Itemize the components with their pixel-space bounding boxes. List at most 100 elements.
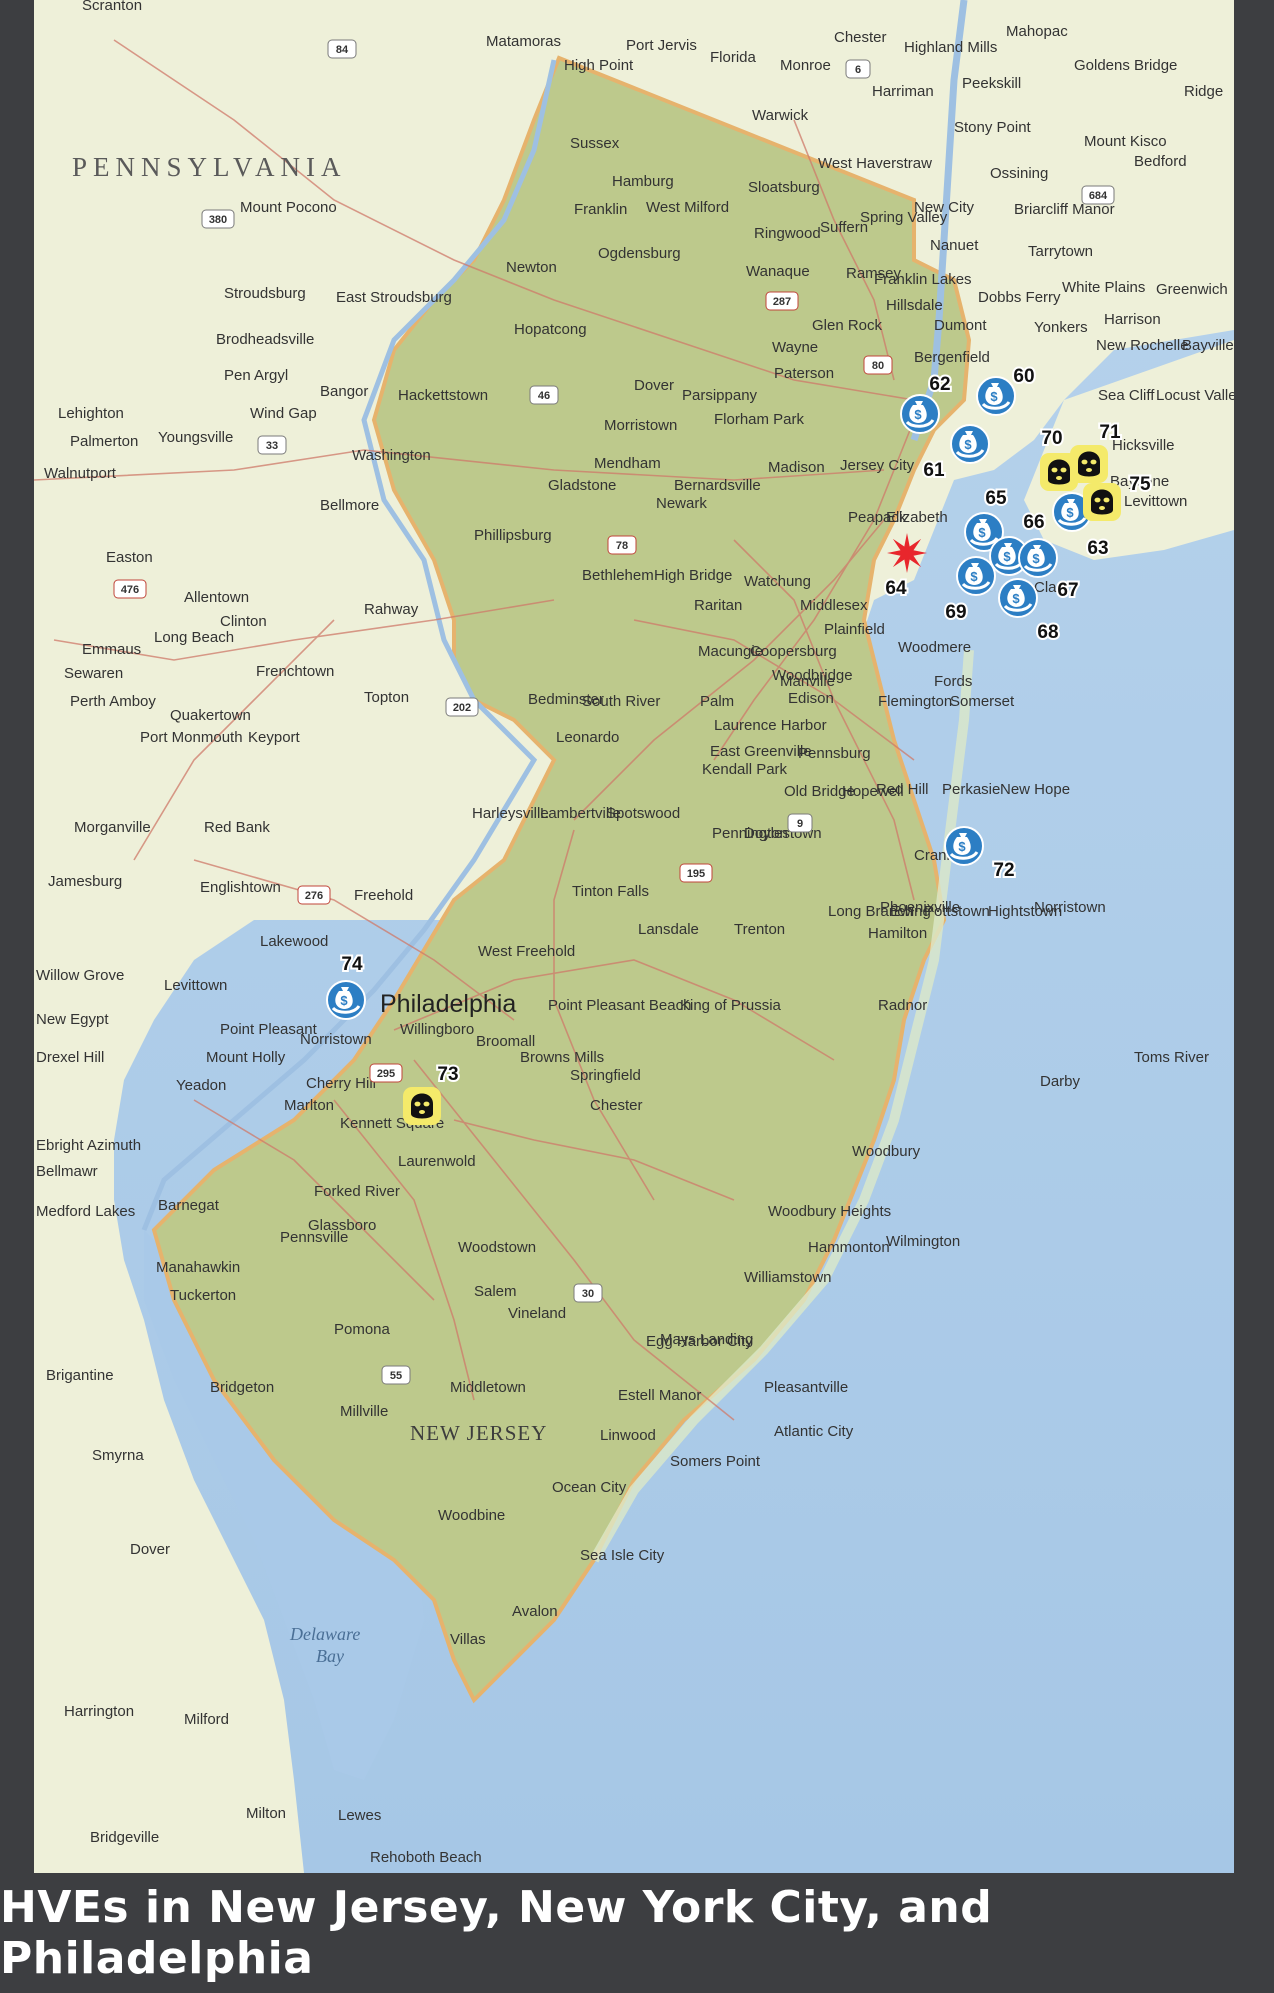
place-label: Pennsville (280, 1229, 348, 1246)
place-label: Flemington (878, 693, 952, 710)
place-label: Bellmawr (36, 1163, 98, 1180)
place-label: Cherry Hill (306, 1075, 376, 1092)
place-label: Wind Gap (250, 405, 317, 422)
place-label: Watchung (744, 573, 811, 590)
incident-number-label: 62 (929, 374, 950, 395)
place-label: Wayne (772, 339, 818, 356)
place-label: Youngsville (158, 429, 233, 446)
shield-380: 380 (201, 209, 235, 229)
place-label: Woodbine (438, 1507, 505, 1524)
place-label: Bedford (1134, 153, 1187, 170)
place-label: Point Pleasant Beach (548, 997, 691, 1014)
place-label: Clinton (220, 613, 267, 630)
place-label: Newark (656, 495, 707, 512)
place-label: Bergenfield (914, 349, 990, 366)
place-label: Mays Landing (660, 1331, 753, 1348)
place-label: Pennington (712, 825, 788, 842)
incident-number-label: 65 (985, 488, 1007, 509)
svg-text:46: 46 (538, 390, 550, 402)
place-label: Mount Kisco (1084, 133, 1167, 150)
place-label: Hopatcong (514, 321, 587, 338)
place-label: Jersey City (840, 457, 915, 474)
place-label: Florida (710, 49, 757, 66)
water-label-bay: Bay (316, 1646, 344, 1666)
shield-9: 9 (787, 813, 813, 833)
place-label: Ridge (1184, 83, 1223, 100)
place-label: Woodstown (458, 1239, 536, 1256)
money-bag-icon (1018, 538, 1058, 578)
svg-text:9: 9 (797, 818, 803, 830)
place-label: Morganville (74, 819, 151, 836)
svg-text:78: 78 (616, 540, 628, 552)
place-label: Palmerton (70, 433, 138, 450)
place-label: Rehoboth Beach (370, 1849, 482, 1866)
place-label: Harrington (64, 1703, 134, 1720)
place-label: Topton (364, 689, 409, 706)
money-bag-icon (900, 394, 940, 434)
masked-person-icon (403, 1087, 441, 1125)
place-label: Phoenixville (880, 899, 960, 916)
place-label: Emmaus (82, 641, 141, 658)
place-label: Mount Holly (206, 1049, 286, 1066)
place-label: Hamilton (868, 925, 927, 942)
place-label: Bangor (320, 383, 368, 400)
place-label: Coopersburg (750, 643, 837, 660)
masked-person-icon (1083, 483, 1121, 521)
place-label: Glen Rock (812, 317, 883, 334)
place-label: White Plains (1062, 279, 1145, 296)
place-label: Radnor (878, 997, 927, 1014)
place-label: Forked River (314, 1183, 400, 1200)
svg-text:84: 84 (336, 44, 349, 56)
place-label: Dumont (934, 317, 987, 334)
place-label: Sussex (570, 135, 620, 152)
place-label: Bellmore (320, 497, 379, 514)
place-label: Sea Isle City (580, 1547, 665, 1564)
place-label: East Stroudsburg (336, 289, 452, 306)
place-label: Ossining (990, 165, 1048, 182)
place-label: King of Prussia (680, 997, 782, 1014)
place-label: Laurence Harbor (714, 717, 827, 734)
place-label: Hackettstown (398, 387, 488, 404)
place-label: Yonkers (1034, 319, 1088, 336)
place-label: Bridgeton (210, 1379, 274, 1396)
incident-number-label: 75 (1129, 474, 1151, 495)
place-label: Vineland (508, 1305, 566, 1322)
place-label: Somers Point (670, 1453, 761, 1470)
place-label: Mendham (594, 455, 661, 472)
shield-276: 276 (297, 885, 331, 905)
place-label: Frenchtown (256, 663, 334, 680)
money-bag-icon (956, 556, 996, 596)
place-label: Paterson (774, 365, 834, 382)
place-label: Levittown (1124, 493, 1187, 510)
shield-195: 195 (679, 863, 713, 883)
svg-text:33: 33 (266, 440, 278, 452)
place-label: Franklin Lakes (874, 271, 972, 288)
place-label: Jamesburg (48, 873, 122, 890)
place-label: Dover (634, 377, 674, 394)
place-label: East Greenville (710, 743, 812, 760)
place-label: Norristown (300, 1031, 372, 1048)
place-label: Warwick (752, 107, 809, 124)
place-label: Millville (340, 1403, 388, 1420)
svg-text:195: 195 (687, 868, 705, 880)
place-label: Sloatsburg (748, 179, 820, 196)
place-label: Quakertown (170, 707, 251, 724)
money-bag-icon (326, 980, 366, 1020)
place-label: Walnutport (44, 465, 117, 482)
place-label: Harrison (1104, 311, 1161, 328)
place-label: Sea Cliff (1098, 387, 1155, 404)
place-label: Pomona (334, 1321, 391, 1338)
place-label: Easton (106, 549, 153, 566)
place-label: Hicksville (1112, 437, 1175, 454)
place-label: New Rochelle (1096, 337, 1189, 354)
place-label: Morristown (604, 417, 677, 434)
place-label: Goldens Bridge (1074, 57, 1177, 74)
place-label: Woodbury (852, 1143, 921, 1160)
place-label: High Point (564, 57, 634, 74)
place-label: Monroe (780, 57, 831, 74)
place-label: Tarrytown (1028, 243, 1093, 260)
place-label: Darby (1040, 1073, 1081, 1090)
place-label: Barnegat (158, 1197, 220, 1214)
place-label: Woodbury Heights (768, 1203, 891, 1220)
place-label: Perkasie (942, 781, 1000, 798)
